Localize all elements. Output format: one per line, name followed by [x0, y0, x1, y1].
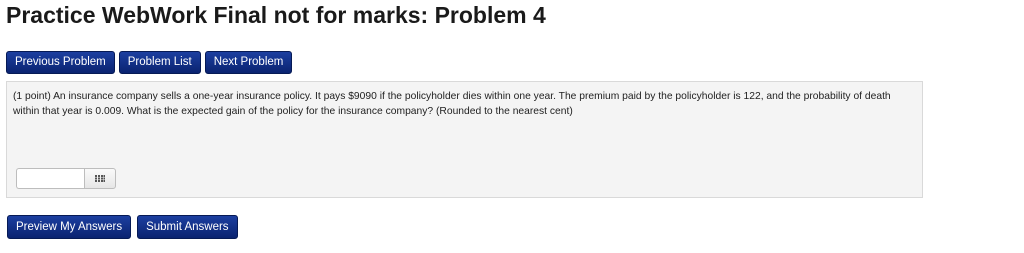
grid-icon	[95, 175, 105, 182]
answer-input[interactable]	[16, 168, 84, 189]
problem-container: (1 point) An insurance company sells a o…	[6, 81, 923, 198]
preview-answers-button[interactable]: Preview My Answers	[7, 215, 132, 239]
next-problem-button[interactable]: Next Problem	[204, 51, 293, 74]
page-title: Practice WebWork Final not for marks: Pr…	[6, 2, 546, 28]
equation-palette-button[interactable]	[84, 168, 116, 189]
submit-answers-button[interactable]: Submit Answers	[137, 215, 238, 239]
answer-row	[16, 168, 116, 189]
problem-list-button[interactable]: Problem List	[118, 51, 201, 74]
submit-bar: Preview My Answers Submit Answers	[7, 215, 238, 239]
previous-problem-button[interactable]: Previous Problem	[6, 51, 115, 74]
problem-statement: (1 point) An insurance company sells a o…	[13, 91, 891, 117]
problem-nav-bar: Previous Problem Problem List Next Probl…	[6, 51, 293, 74]
webwork-page: Practice WebWork Final not for marks: Pr…	[0, 0, 1024, 253]
